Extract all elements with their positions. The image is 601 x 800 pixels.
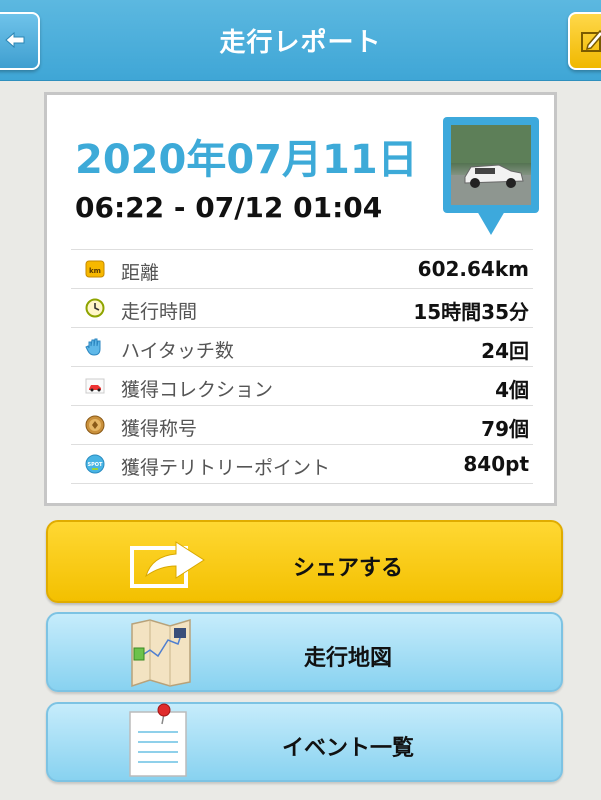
stat-row-hightouch: ハイタッチ数 24回 [71, 327, 533, 366]
stat-row-time: 走行時間 15時間35分 [71, 288, 533, 327]
header-bar: 走行レポート [0, 0, 601, 81]
route-map-label: 走行地図 [303, 646, 392, 671]
report-date: 2020年07月11日 [75, 137, 418, 183]
stat-value: 79個 [481, 417, 529, 441]
stat-label: 獲得称号 [121, 418, 198, 440]
list-pin-icon [129, 703, 187, 777]
map-icon [131, 618, 191, 688]
stat-label: 距離 [121, 262, 160, 284]
edit-button[interactable] [568, 12, 601, 70]
clock-icon [85, 298, 105, 318]
stat-label: 獲得テリトリーポイント [121, 457, 331, 479]
km-icon: km [85, 260, 105, 278]
stat-value: 840pt [463, 452, 529, 476]
svg-text:SPOT: SPOT [88, 462, 104, 468]
stat-row-territory: SPOT 獲得テリトリーポイント 840pt [71, 444, 533, 484]
stat-value: 24回 [481, 339, 529, 363]
share-button[interactable]: シェアする [46, 520, 563, 603]
car-photo-image [451, 125, 531, 205]
stat-label: ハイタッチ数 [121, 340, 234, 362]
medal-icon [85, 415, 105, 435]
stat-value: 602.64km [417, 257, 529, 281]
route-map-button[interactable]: 走行地図 [46, 612, 563, 692]
hand-icon [85, 338, 101, 356]
stat-label: 走行時間 [121, 301, 198, 323]
event-list-button[interactable]: イベント一覧 [46, 702, 563, 782]
car-icon [85, 378, 105, 394]
event-list-label: イベント一覧 [281, 736, 414, 761]
thumbnail-frame [443, 117, 539, 213]
stat-value: 15時間35分 [413, 300, 529, 324]
stats-list: km 距離 602.64km 走行時間 15時間35分 ハイタッチ数 24回 獲… [71, 249, 533, 484]
edit-icon [581, 29, 601, 52]
stat-row-distance: km 距離 602.64km [71, 249, 533, 288]
page-title: 走行レポート [219, 28, 382, 58]
stat-row-titles: 獲得称号 79個 [71, 405, 533, 444]
spot-icon: SPOT [85, 454, 105, 474]
thumbnail-pointer [477, 211, 505, 235]
stat-row-collection: 獲得コレクション 4個 [71, 366, 533, 405]
car-photo [451, 125, 531, 205]
stat-value: 4個 [495, 378, 529, 402]
report-card: 2020年07月11日 06:22 - 07/12 01:04 km 距離 60… [44, 92, 557, 506]
stat-label: 獲得コレクション [121, 379, 274, 401]
svg-text:km: km [89, 267, 101, 275]
share-button-label: シェアする [292, 556, 403, 581]
time-range: 06:22 - 07/12 01:04 [75, 191, 383, 224]
photo-thumbnail[interactable] [443, 117, 539, 239]
